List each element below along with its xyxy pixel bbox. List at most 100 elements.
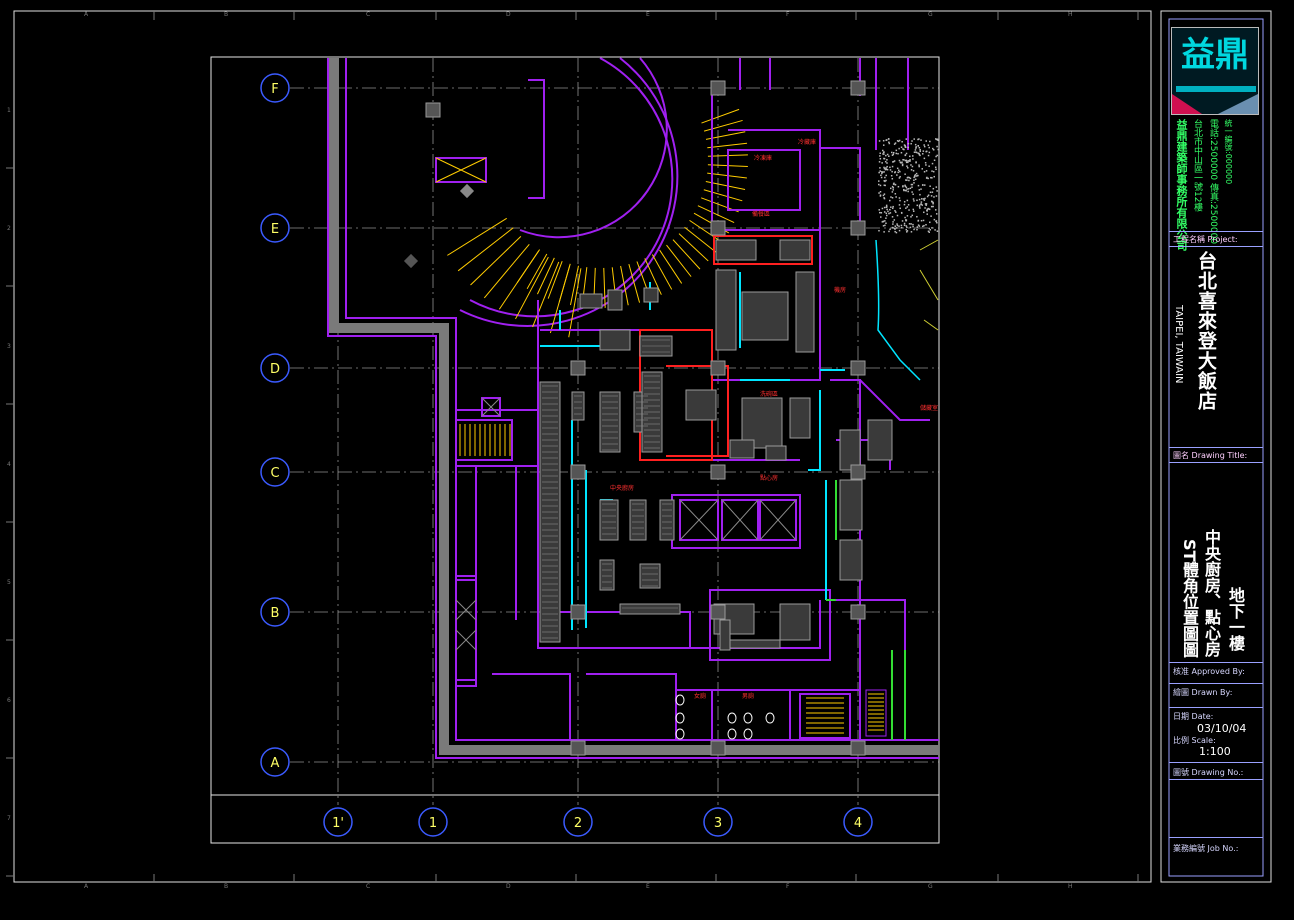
frame-number: 2 — [7, 225, 11, 232]
frame-letter: F — [786, 11, 790, 18]
east-boundary — [875, 239, 921, 381]
column — [850, 360, 866, 376]
toilet-fixture — [727, 712, 737, 724]
frame-letter: D — [506, 11, 511, 18]
company-address: 台北市中山區一號12樓 — [1192, 119, 1202, 212]
equipment-block — [685, 389, 717, 421]
equipment-block — [643, 287, 659, 303]
grid-bubble-label: 2 — [574, 816, 582, 831]
room-label: 機房 — [834, 286, 846, 294]
grid-bubble-column: 3 — [703, 807, 733, 837]
column-grid-bubbles: 1' 1 2 3 4 — [323, 807, 873, 837]
column — [850, 80, 866, 96]
grid-bubble-row: F — [260, 73, 290, 103]
grid-bubble-row: B — [260, 597, 290, 627]
equipment-block — [779, 239, 811, 261]
room-label: 洗碗區 — [760, 390, 778, 398]
scale-value: 1:100 — [1199, 745, 1231, 758]
frame-letter: C — [366, 11, 370, 18]
company-tel: 電話:2500000 傳真:2500000 — [1208, 119, 1218, 245]
grid-bubble-column: 2 — [563, 807, 593, 837]
grid-bubble-label: C — [270, 466, 279, 481]
landscape-hatch — [878, 138, 939, 331]
grid-bubble-label: 1 — [429, 816, 437, 831]
equipment-block — [789, 397, 811, 439]
grid-bubble-label: D — [270, 362, 280, 377]
room-label: 男廁 — [742, 692, 754, 700]
frame-number: 7 — [7, 815, 11, 822]
column — [425, 102, 441, 118]
column — [570, 604, 586, 620]
grid-bubble-label: 3 — [714, 816, 722, 831]
room-label: 備餐區 — [752, 210, 770, 218]
frame-letter: H — [1068, 883, 1073, 890]
column — [710, 464, 726, 480]
grid-bubble-row: A — [260, 747, 290, 777]
company-extra: 統一編號:000000 — [1224, 119, 1233, 185]
equipment-block — [729, 439, 755, 459]
date-value: 03/10/04 — [1197, 722, 1247, 735]
grid-bubble-row: E — [260, 213, 290, 243]
project-name-en: TAIPEI, TAIWAIN — [1173, 305, 1184, 384]
room-label: 點心房 — [760, 474, 778, 482]
toilet-fixture — [743, 728, 753, 740]
date-label: 日期 Date: — [1173, 712, 1214, 721]
grid-bubble-column: 1 — [418, 807, 448, 837]
grid-bubble-column: 1' — [323, 807, 353, 837]
job-number-label: 業務編號 Job No.: — [1173, 844, 1239, 853]
column — [570, 740, 586, 756]
equipment-block — [779, 603, 811, 641]
room-label: 冷凍庫 — [754, 154, 772, 162]
frame-letter: E — [646, 11, 650, 18]
equipment-block — [579, 293, 603, 309]
equipment-block — [715, 269, 737, 351]
equipment-block — [719, 619, 731, 651]
frame-letter: C — [366, 883, 370, 890]
cad-drawing-sheet: AABBCCDDEEFFGGHH1234567 中央廚房點心房冷藏庫冷凍庫機房洗… — [6, 10, 1272, 890]
equipment-block — [765, 445, 787, 461]
frame-letter: B — [224, 11, 228, 18]
column — [710, 360, 726, 376]
project-name: 台北喜來登大飯店 — [1195, 251, 1217, 411]
room-label: 儲藏室 — [920, 404, 938, 412]
frame-letter: H — [1068, 11, 1073, 18]
column — [850, 220, 866, 236]
kitchen-equipment — [539, 239, 893, 651]
column — [850, 604, 866, 620]
frame-letter: G — [928, 883, 933, 890]
drawing-number-label: 圖號 Drawing No.: — [1173, 768, 1244, 777]
restroom-fixtures — [675, 694, 775, 740]
grid-bubble-row: D — [260, 353, 290, 383]
room-label: 冷藏庫 — [798, 138, 816, 146]
column — [850, 464, 866, 480]
room-label: 女廁 — [694, 692, 706, 700]
drawing-title-line1: 地下一樓 — [1226, 587, 1245, 651]
toilet-fixture — [675, 712, 685, 724]
equipment-block — [607, 289, 623, 311]
equipment-block — [729, 639, 781, 649]
project-heading: 工程名稱 Project: — [1173, 235, 1238, 244]
equipment-block — [619, 603, 681, 615]
grid-bubble-label: F — [271, 82, 278, 97]
drawing-title-line3: ST體角位置圖圖 — [1180, 539, 1199, 658]
equipment-block — [741, 291, 789, 341]
approved-by-label: 核准 Approved By: — [1173, 667, 1245, 676]
frame-number: 3 — [7, 343, 11, 350]
toilet-fixture — [675, 694, 685, 706]
grid-bubble-label: E — [271, 222, 279, 237]
frame-letter: E — [646, 883, 650, 890]
grid-bubble-row: C — [260, 457, 290, 487]
firm-logo: 益鼎 — [1171, 27, 1259, 115]
frame-letter: A — [84, 11, 89, 18]
grid-bubble-label: 4 — [854, 816, 862, 831]
title-block: 益鼎 益鼎建築師事務所有限公司 台北市中山區一號12樓 電話:2500000 傳… — [1169, 19, 1263, 876]
equipment-block — [599, 329, 631, 351]
floor-plan — [327, 57, 939, 759]
frame-letter: A — [84, 883, 89, 890]
frame-letter: G — [928, 11, 933, 18]
column — [710, 80, 726, 96]
drawn-by-label: 繪圖 Drawn By: — [1173, 688, 1233, 697]
equipment-block — [795, 271, 815, 353]
frame-letter: D — [506, 883, 511, 890]
green-rail — [891, 650, 906, 740]
